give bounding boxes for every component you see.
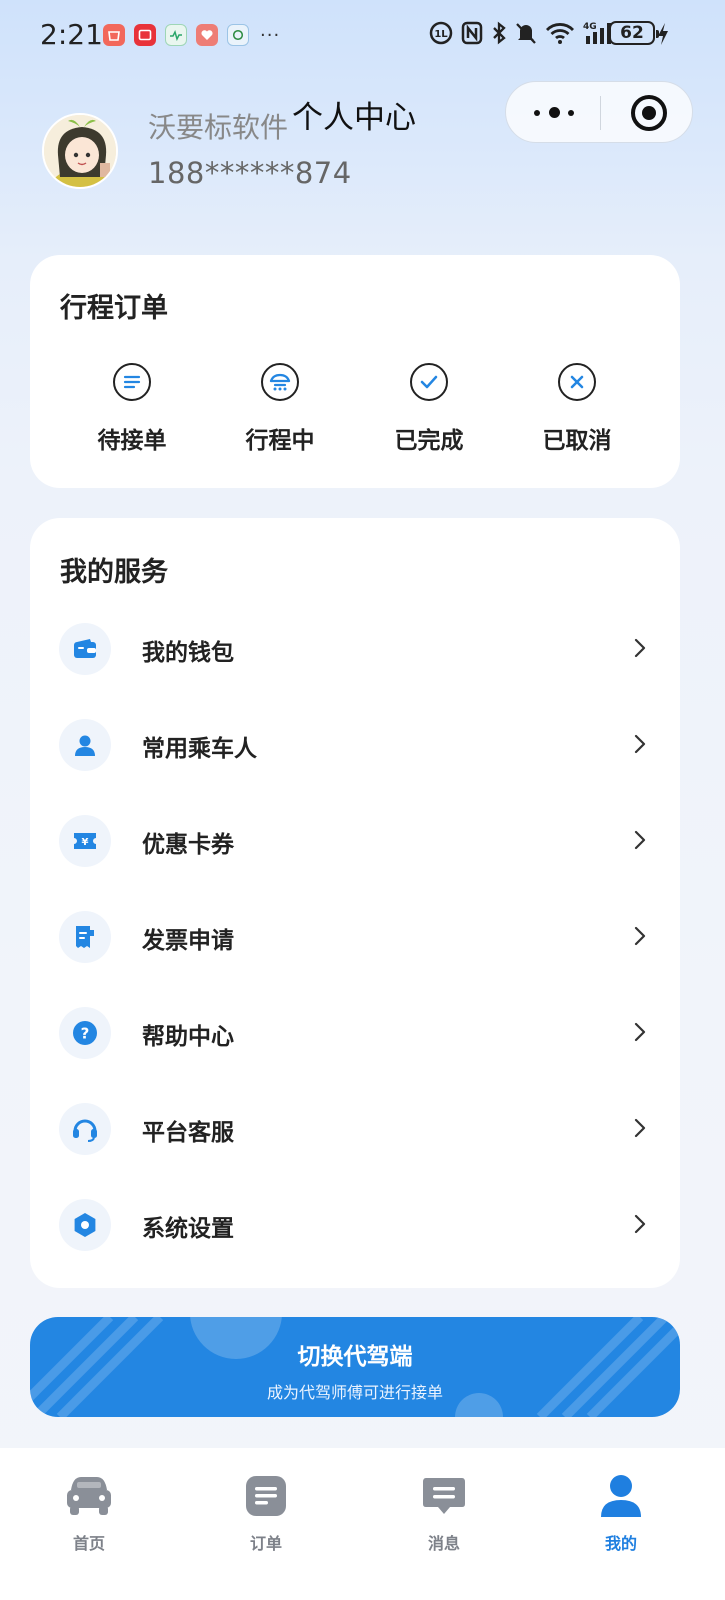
user-icon [571,1472,671,1520]
svg-text:¥: ¥ [82,837,89,848]
service-item-label: 平台客服 [142,1120,234,1146]
order-status-label: 行程中 [245,428,315,454]
svg-text:4G: 4G [583,22,597,32]
service-item-settings[interactable]: 系统设置 [30,1181,680,1277]
switch-subtitle: 成为代驾师傅可进行接单 [266,1383,443,1402]
order-status-completed[interactable]: 已完成 [354,363,504,455]
service-item-coupons[interactable]: ¥ 优惠卡券 [30,797,680,893]
heart-app-icon [196,24,218,46]
mini-program-capsule [505,81,693,143]
service-item-label: 系统设置 [142,1216,234,1242]
close-mini-program-button[interactable] [631,95,667,131]
chevron-right-icon [633,925,647,951]
help-icon: ? [59,1007,111,1059]
coupon-icon: ¥ [59,815,111,867]
service-item-help[interactable]: ? 帮助中心 [30,989,680,1085]
settings-icon [59,1199,111,1251]
service-item-invoice[interactable]: 发票申请 [30,893,680,989]
status-bar: 2:21 ··· 1L 4G 62 [0,0,725,70]
shopping-app-icon [103,24,125,46]
order-status-in-progress[interactable]: 行程中 [205,363,355,455]
car-icon [39,1472,139,1520]
switch-title: 切换代驾端 [297,1344,413,1370]
order-status-cancelled[interactable]: 已取消 [502,363,652,455]
bottom-navigation: 首页 订单 消息 我的 [0,1448,725,1600]
service-item-label: 发票申请 [142,928,234,954]
check-circle-icon [410,363,448,401]
service-item-passengers[interactable]: 常用乘车人 [30,701,680,797]
service-item-label: 优惠卡券 [142,832,234,858]
mute-icon [515,20,537,46]
nfc-icon [461,20,483,46]
car-circle-icon [261,363,299,401]
chevron-right-icon [633,733,647,759]
service-item-label: 常用乘车人 [142,736,257,762]
invoice-icon [59,911,111,963]
headset-icon [59,1103,111,1155]
chevron-right-icon [633,637,647,663]
chat-app-icon [227,24,249,46]
service-item-wallet[interactable]: 我的钱包 [30,605,680,701]
nav-tab-orders[interactable]: 订单 [216,1472,316,1554]
health-app-icon [165,24,187,46]
svg-text:?: ? [81,1025,90,1043]
nav-label: 消息 [427,1534,460,1553]
chevron-right-icon [633,1213,647,1239]
chevron-right-icon [633,1021,647,1047]
battery-indicator: 62 [609,21,659,45]
nav-label: 首页 [72,1534,105,1553]
list-circle-icon [113,363,151,401]
page-title: 个人中心 [292,100,416,136]
order-status-label: 已取消 [542,428,612,454]
service-item-label: 帮助中心 [142,1024,234,1050]
avatar[interactable] [42,113,118,189]
hd-icon: 1L [429,20,453,46]
my-services-title: 我的服务 [60,557,168,588]
order-status-label: 待接单 [97,428,167,454]
service-item-label: 我的钱包 [142,640,234,666]
wifi-icon [545,20,575,46]
svg-text:1L: 1L [434,29,448,40]
notification-icons: ··· [103,24,280,46]
person-icon [59,719,111,771]
service-item-customer-service[interactable]: 平台客服 [30,1085,680,1181]
nav-tab-messages[interactable]: 消息 [394,1472,494,1554]
nav-tab-home[interactable]: 首页 [39,1472,139,1554]
status-time: 2:21 [40,18,103,51]
trip-orders-card: 行程订单 待接单 行程中 已完成 已取消 [30,255,680,488]
my-services-card: 我的服务 我的钱包 常用乘车人 ¥ 优惠卡券 发票申请 ? 帮助中心 平台客服 … [30,518,680,1288]
wallet-icon [59,623,111,675]
more-options-button[interactable] [534,104,576,122]
bluetooth-icon [491,20,507,46]
switch-to-driver-button[interactable]: 切换代驾端 成为代驾师傅可进行接单 [30,1317,680,1417]
mail-app-icon [134,24,156,46]
username: 沃要标软件 [148,111,289,144]
order-status-pending[interactable]: 待接单 [57,363,207,455]
document-icon [216,1472,316,1520]
capsule-divider [600,96,601,130]
nav-tab-mine[interactable]: 我的 [571,1472,671,1554]
more-notifications-icon: ··· [260,24,281,46]
chevron-right-icon [633,1117,647,1143]
trip-orders-title: 行程订单 [60,293,168,324]
phone-number: 188******874 [148,156,352,190]
chevron-right-icon [633,829,647,855]
message-icon [394,1472,494,1520]
order-status-label: 已完成 [394,428,464,454]
nav-label: 订单 [249,1534,282,1553]
x-circle-icon [558,363,596,401]
charging-icon [657,22,669,50]
system-status-icons: 1L 4G [429,20,617,46]
nav-label: 我的 [604,1534,637,1553]
